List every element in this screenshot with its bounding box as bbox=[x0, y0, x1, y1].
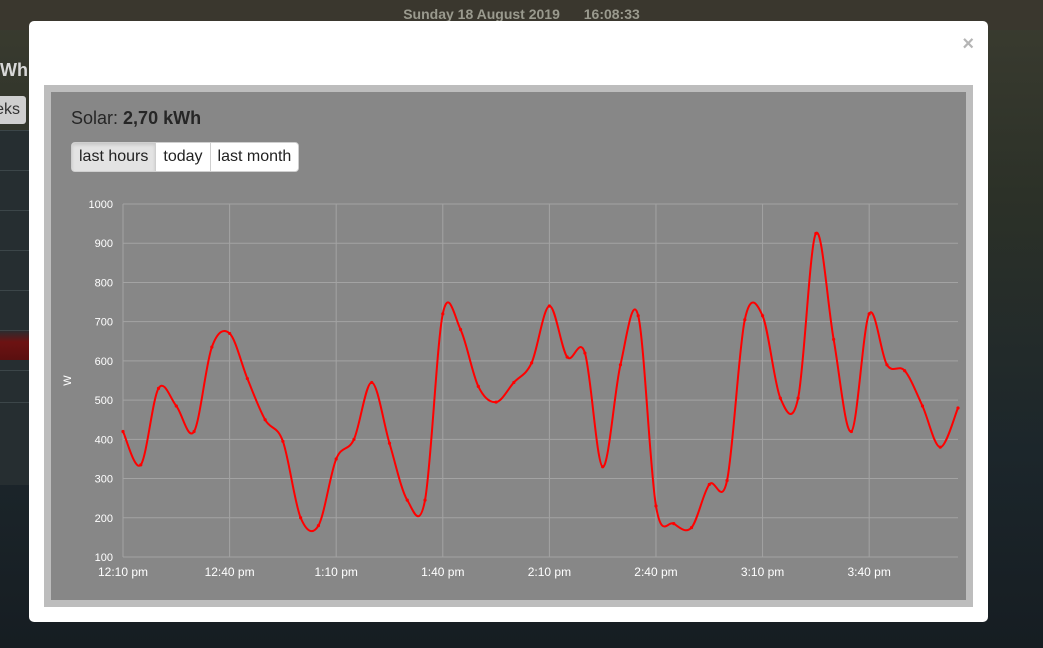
y-tick-label: 100 bbox=[95, 552, 113, 564]
y-tick-label: 800 bbox=[95, 277, 113, 289]
data-point bbox=[156, 386, 161, 390]
data-point bbox=[405, 498, 409, 502]
data-point bbox=[352, 437, 356, 441]
data-point bbox=[441, 312, 445, 316]
data-point bbox=[547, 304, 551, 308]
y-axis-label: W bbox=[62, 375, 74, 386]
data-point bbox=[316, 524, 321, 528]
x-tick-label: 2:10 pm bbox=[528, 565, 571, 579]
close-icon[interactable]: × bbox=[962, 33, 974, 56]
data-point bbox=[601, 465, 605, 469]
data-point bbox=[210, 345, 214, 349]
background-bars bbox=[0, 330, 30, 360]
data-point bbox=[760, 314, 765, 318]
background-unit-fragment: Wh bbox=[0, 60, 28, 80]
data-point bbox=[192, 429, 196, 434]
data-point bbox=[618, 363, 623, 367]
data-point bbox=[423, 498, 427, 502]
y-tick-label: 400 bbox=[95, 434, 113, 446]
data-point bbox=[725, 478, 729, 483]
x-tick-label: 1:40 pm bbox=[421, 565, 464, 579]
data-point bbox=[956, 406, 960, 410]
data-point bbox=[174, 404, 178, 408]
y-tick-label: 200 bbox=[95, 513, 113, 525]
data-point bbox=[334, 457, 338, 461]
data-point bbox=[227, 331, 232, 336]
chart-panel: Solar: 2,70 kWh last hours today last mo… bbox=[51, 92, 966, 600]
data-point bbox=[494, 400, 498, 404]
data-point bbox=[476, 384, 480, 388]
data-point bbox=[139, 463, 143, 467]
data-point bbox=[458, 327, 463, 332]
background-button-fragment: eks bbox=[0, 96, 26, 124]
data-point bbox=[654, 504, 658, 508]
data-point bbox=[832, 337, 836, 341]
data-point bbox=[867, 312, 871, 316]
time-text: 16:08:33 bbox=[583, 6, 640, 22]
data-point bbox=[281, 439, 285, 443]
data-point bbox=[903, 369, 907, 373]
date-text: Sunday 18 August 2019 bbox=[403, 6, 560, 22]
data-point bbox=[583, 351, 587, 355]
x-tick-label: 3:10 pm bbox=[741, 565, 784, 579]
data-point bbox=[885, 363, 889, 367]
data-point bbox=[689, 525, 694, 530]
data-point bbox=[512, 380, 516, 385]
data-point bbox=[920, 404, 925, 408]
data-point bbox=[636, 314, 640, 318]
data-point bbox=[849, 429, 854, 434]
data-point bbox=[672, 522, 676, 526]
y-tick-label: 900 bbox=[95, 238, 113, 250]
x-tick-label: 12:10 pm bbox=[98, 565, 148, 579]
data-point bbox=[387, 441, 392, 445]
y-tick-label: 1000 bbox=[89, 199, 113, 211]
y-tick-label: 300 bbox=[95, 474, 113, 486]
data-point bbox=[743, 318, 747, 322]
data-point bbox=[938, 445, 942, 449]
x-tick-label: 1:10 pm bbox=[315, 565, 358, 579]
data-point bbox=[778, 396, 782, 400]
y-tick-label: 500 bbox=[95, 395, 113, 407]
x-tick-label: 3:40 pm bbox=[847, 565, 890, 579]
chart-frame: Solar: 2,70 kWh last hours today last mo… bbox=[44, 85, 973, 607]
y-tick-label: 700 bbox=[95, 317, 113, 329]
data-point bbox=[796, 396, 800, 400]
series-line bbox=[122, 231, 959, 533]
background-panel bbox=[0, 130, 30, 485]
chart-modal: × Solar: 2,70 kWh last hours today last … bbox=[29, 21, 988, 622]
data-point bbox=[299, 516, 303, 520]
data-point bbox=[121, 429, 125, 434]
y-tick-label: 600 bbox=[95, 356, 113, 368]
data-point bbox=[814, 231, 818, 236]
data-point bbox=[530, 361, 534, 365]
x-tick-label: 2:40 pm bbox=[634, 565, 677, 579]
data-point bbox=[370, 380, 374, 385]
data-point bbox=[263, 418, 267, 422]
data-point bbox=[245, 376, 249, 381]
solar-line-chart: 100 200 300 400 500 600 700 800 900 1000 12:10 pm 1… bbox=[62, 199, 960, 579]
x-tick-label: 12:40 pm bbox=[205, 565, 255, 579]
data-point bbox=[707, 482, 711, 487]
data-point bbox=[565, 355, 569, 359]
